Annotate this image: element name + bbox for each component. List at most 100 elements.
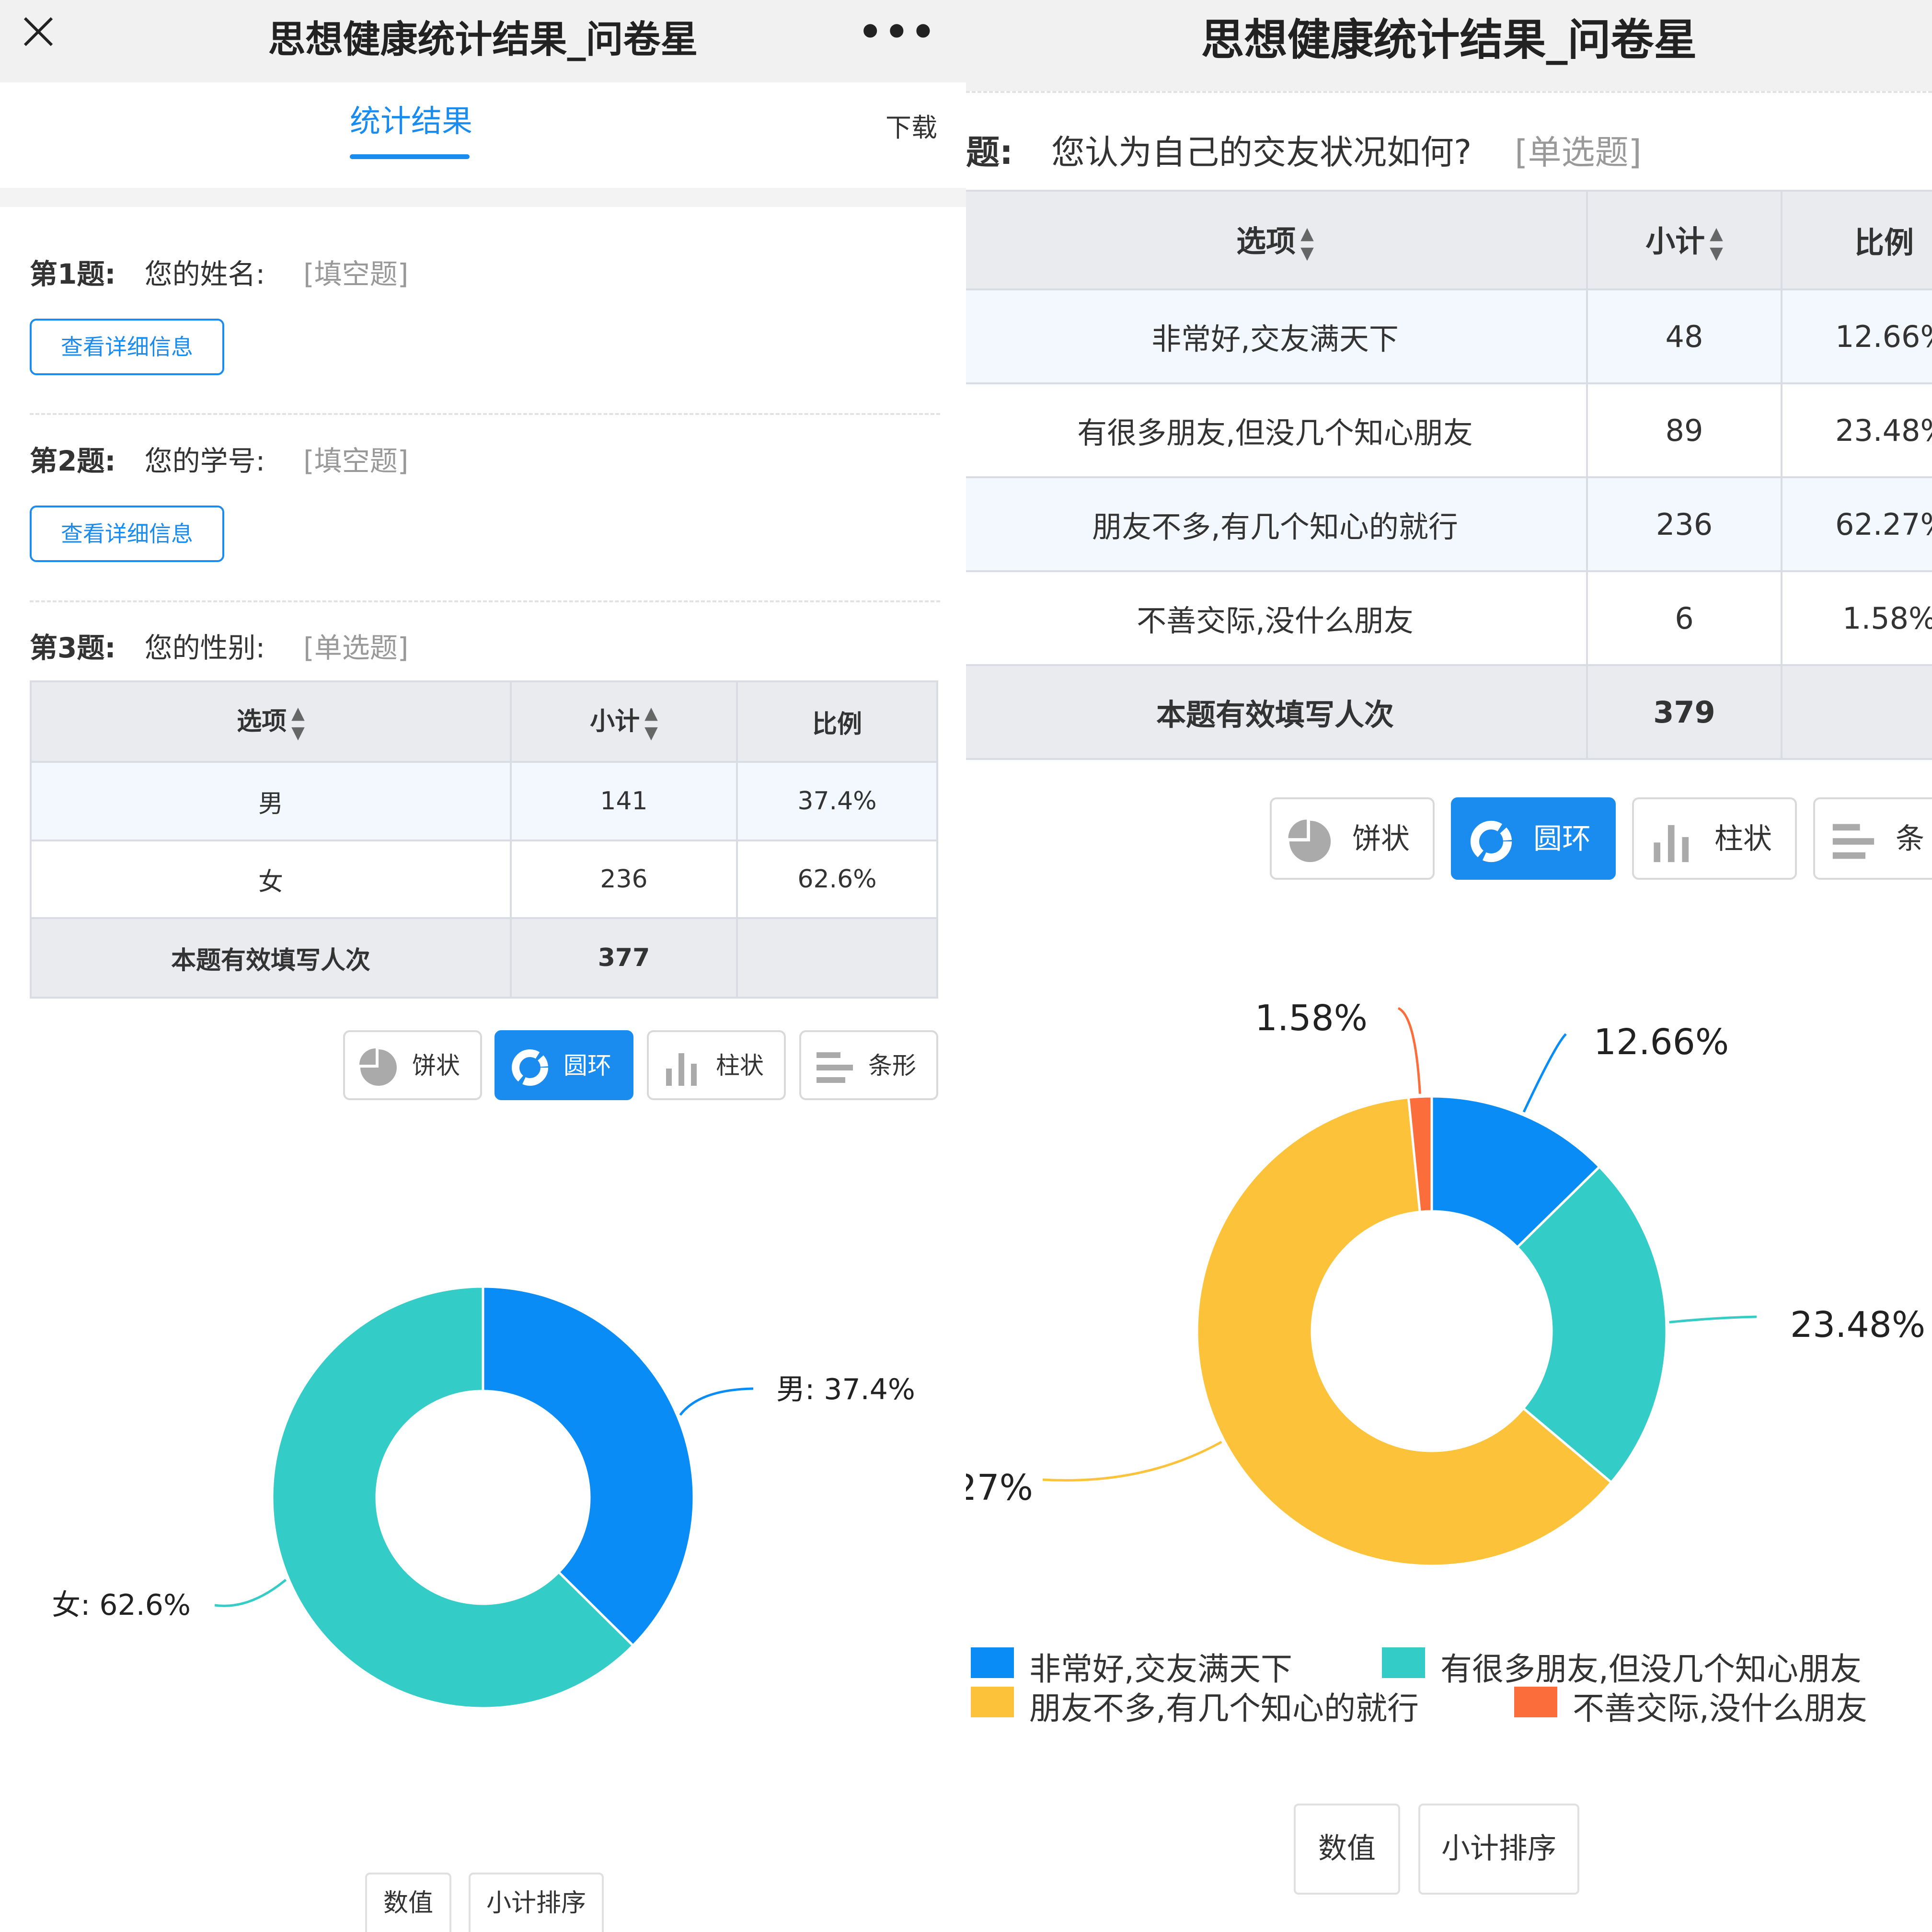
table-row: 不善交际,没什么朋友 6 1.58%	[966, 570, 1932, 666]
sort-by-count-button[interactable]: 小计排序	[1418, 1804, 1579, 1895]
ratio-cell: 37.4%	[736, 761, 938, 841]
data-label: 男: 37.4%	[776, 1373, 915, 1406]
chart-type-donut-button[interactable]: 圆环	[1451, 797, 1616, 880]
question-3-title: 第3题: 您的性别: [单选题]	[30, 625, 408, 666]
download-link[interactable]: 下载	[886, 106, 937, 144]
left-screenshot: 思想健康统计结果_问卷星 ••• 统计结果 下载 第1题: 您的姓名: [填空题] …	[0, 0, 966, 1932]
count-cell: 48	[1586, 288, 1782, 384]
pie-chart-icon	[1288, 819, 1331, 862]
chart-type-pie-button[interactable]: 饼状	[343, 1030, 482, 1100]
question-text: 您的性别:	[144, 632, 265, 664]
divider	[30, 600, 940, 602]
tab-bar: 统计结果 下载	[0, 82, 966, 188]
show-values-button[interactable]: 数值	[365, 1873, 451, 1932]
donut-chart-icon	[512, 1049, 548, 1086]
pie-chart-icon	[359, 1048, 397, 1086]
chart-type-label: 饼状	[1352, 822, 1410, 856]
question-number: 第2题:	[30, 445, 116, 477]
data-label: 女: 62.6%	[52, 1588, 191, 1622]
question-type: [填空题]	[303, 258, 409, 290]
legend-swatch	[971, 1647, 1014, 1678]
chart-type-label: 条形	[868, 1052, 916, 1080]
sort-by-count-button[interactable]: 小计排序	[469, 1873, 604, 1932]
show-values-button[interactable]: 数值	[1294, 1804, 1400, 1895]
chart-type-column-button[interactable]: 柱状	[647, 1030, 786, 1100]
table-header-row: 选项 ▲ ▼ 小计 ▲ ▼ 比例	[30, 680, 938, 763]
page-title: 思想健康统计结果_问卷星	[268, 18, 698, 61]
chart-type-label: 柱状	[1714, 822, 1772, 856]
chart-type-bar-button[interactable]: 条形	[799, 1030, 938, 1100]
ratio-cell: 12.66%	[1781, 288, 1932, 384]
ratio-cell: 1.58%	[1781, 570, 1932, 666]
column-header-ratio: 比例	[1781, 190, 1932, 290]
option-cell: 女	[30, 840, 512, 919]
footer-label: 本题有效填写人次	[966, 664, 1588, 760]
label-leader-line	[214, 1579, 287, 1607]
label-leader-line	[679, 1387, 754, 1416]
ratio-cell: 23.48%	[1781, 382, 1932, 478]
friendship-donut-chart: 12.66% 23.48% 62.27% 1.58%	[966, 998, 1925, 1567]
ratio-cell: 62.27%	[1781, 476, 1932, 572]
ratio-cell: 62.6%	[736, 840, 938, 919]
count-cell: 89	[1586, 382, 1782, 478]
view-details-button[interactable]: 查看详细信息	[30, 506, 224, 562]
question-title: 题: 您认为自己的交友状况如何? [单选题]	[966, 126, 1642, 174]
column-header-option[interactable]: 选项 ▲ ▼	[966, 190, 1588, 290]
column-header-option[interactable]: 选项 ▲ ▼	[30, 680, 512, 763]
column-chart-icon	[1654, 825, 1689, 862]
table-row: 有很多朋友,但没几个知心朋友 89 23.48%	[966, 382, 1932, 478]
donut-slice[interactable]	[482, 1285, 695, 1647]
bar-chart-icon	[816, 1052, 853, 1083]
sort-icon[interactable]: ▲ ▼	[1300, 224, 1314, 263]
data-label: 62.27%	[966, 1467, 1033, 1508]
option-cell: 不善交际,没什么朋友	[966, 570, 1588, 666]
divider	[30, 413, 940, 415]
table-row: 朋友不多,有几个知心的就行 236 62.27%	[966, 476, 1932, 572]
chart-type-column-button[interactable]: 柱状	[1632, 797, 1797, 880]
bar-chart-icon	[1832, 824, 1874, 859]
footer-empty	[736, 917, 938, 999]
question-text: 您的姓名:	[144, 258, 265, 290]
legend-item[interactable]: 朋友不多,有几个知心的就行	[1029, 1683, 1419, 1729]
data-label: 23.48%	[1790, 1304, 1925, 1346]
table-footer-row: 本题有效填写人次 377	[30, 917, 938, 999]
chart-type-donut-button[interactable]: 圆环	[494, 1030, 633, 1100]
tab-statistics[interactable]: 统计结果	[350, 97, 472, 141]
chart-type-label: 圆环	[564, 1052, 611, 1080]
sort-icon[interactable]: ▲ ▼	[1710, 224, 1723, 263]
more-icon[interactable]: •••	[858, 10, 937, 54]
count-cell: 236	[1586, 476, 1782, 572]
option-cell: 朋友不多,有几个知心的就行	[966, 476, 1588, 572]
legend-swatch	[1382, 1647, 1425, 1678]
legend-swatch	[971, 1687, 1014, 1717]
question-number: 题:	[966, 133, 1013, 172]
footer-count: 379	[1586, 664, 1782, 760]
results-table: 选项 ▲ ▼ 小计 ▲ ▼ 比例 男 141 37.4% 女 236 62.6% 本题有…	[30, 680, 938, 999]
table-footer-row: 本题有效填写人次 379	[966, 664, 1932, 760]
label-leader-line	[1042, 1441, 1222, 1482]
question-number: 第3题:	[30, 632, 116, 664]
label-leader-line	[1397, 1007, 1421, 1094]
view-details-button[interactable]: 查看详细信息	[30, 319, 224, 375]
question-type: [填空题]	[303, 445, 409, 477]
sort-icon[interactable]: ▲ ▼	[644, 703, 658, 743]
label-leader-line	[1522, 1033, 1567, 1113]
divider	[966, 91, 1932, 93]
option-cell: 非常好,交友满天下	[966, 288, 1588, 384]
data-label: 12.66%	[1594, 1022, 1729, 1063]
tab-active-indicator	[350, 154, 470, 159]
question-1-title: 第1题: 您的姓名: [填空题]	[30, 252, 408, 292]
column-header-count[interactable]: 小计 ▲ ▼	[510, 680, 738, 763]
column-header-count[interactable]: 小计 ▲ ▼	[1586, 190, 1782, 290]
label-leader-line	[1669, 1315, 1757, 1323]
app-header: 思想健康统计结果_问卷星 •••	[0, 0, 966, 82]
chart-type-bar-button[interactable]: 条	[1813, 797, 1932, 880]
sort-icon[interactable]: ▲ ▼	[291, 703, 305, 743]
gender-donut-chart: 男: 37.4% 女: 62.6%	[52, 1285, 915, 1710]
legend-item[interactable]: 不善交际,没什么朋友	[1573, 1683, 1867, 1729]
count-cell: 236	[510, 840, 738, 919]
count-cell: 141	[510, 761, 738, 841]
question-type: [单选题]	[1515, 133, 1642, 172]
section-divider	[0, 188, 966, 207]
chart-type-pie-button[interactable]: 饼状	[1270, 797, 1435, 880]
